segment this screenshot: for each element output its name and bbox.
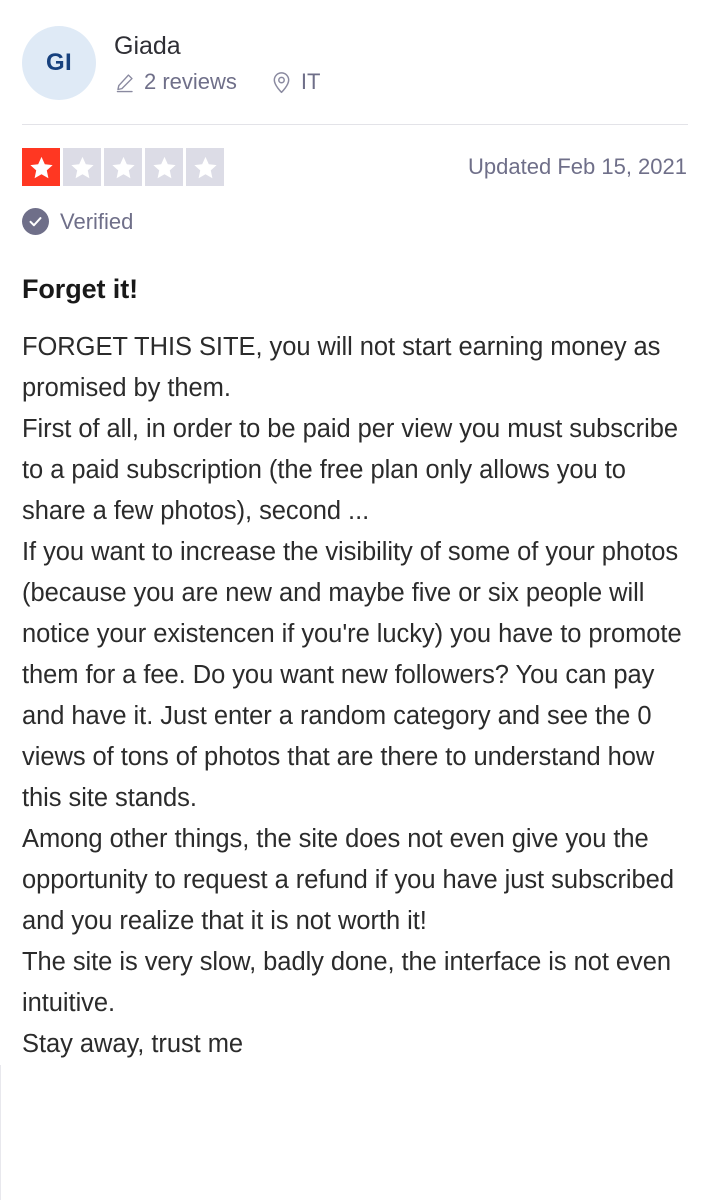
star-1 — [22, 148, 60, 186]
review-count-label: 2 reviews — [144, 69, 237, 94]
consumer-header[interactable]: GI Giada 2 reviews IT — [22, 0, 689, 100]
star-5 — [186, 148, 224, 186]
consumer-info: Giada 2 reviews IT — [114, 31, 320, 95]
review-count: 2 reviews — [114, 69, 237, 95]
consumer-name[interactable]: Giada — [114, 31, 320, 61]
star-2 — [63, 148, 101, 186]
pencil-icon — [114, 72, 135, 93]
verified-badge: Verified — [22, 208, 689, 235]
review-body: FORGET THIS SITE, you will not start ear… — [22, 333, 682, 1059]
review-date: Updated Feb 15, 2021 — [468, 154, 687, 179]
verified-label: Verified — [60, 208, 134, 234]
review-title: Forget it! — [22, 274, 138, 304]
location-pin-icon — [271, 71, 292, 94]
check-circle-icon — [22, 208, 49, 235]
consumer-location: IT — [271, 69, 321, 95]
star-4 — [145, 148, 183, 186]
rating-row: Updated Feb 15, 2021 — [22, 148, 689, 186]
header-divider — [22, 124, 688, 125]
star-3 — [104, 148, 142, 186]
star-rating — [22, 148, 224, 186]
review-card: GI Giada 2 reviews IT Updated Feb 15, 20… — [0, 0, 711, 1066]
avatar: GI — [22, 26, 96, 100]
consumer-location-label: IT — [300, 69, 321, 94]
consumer-meta: 2 reviews IT — [114, 69, 320, 95]
